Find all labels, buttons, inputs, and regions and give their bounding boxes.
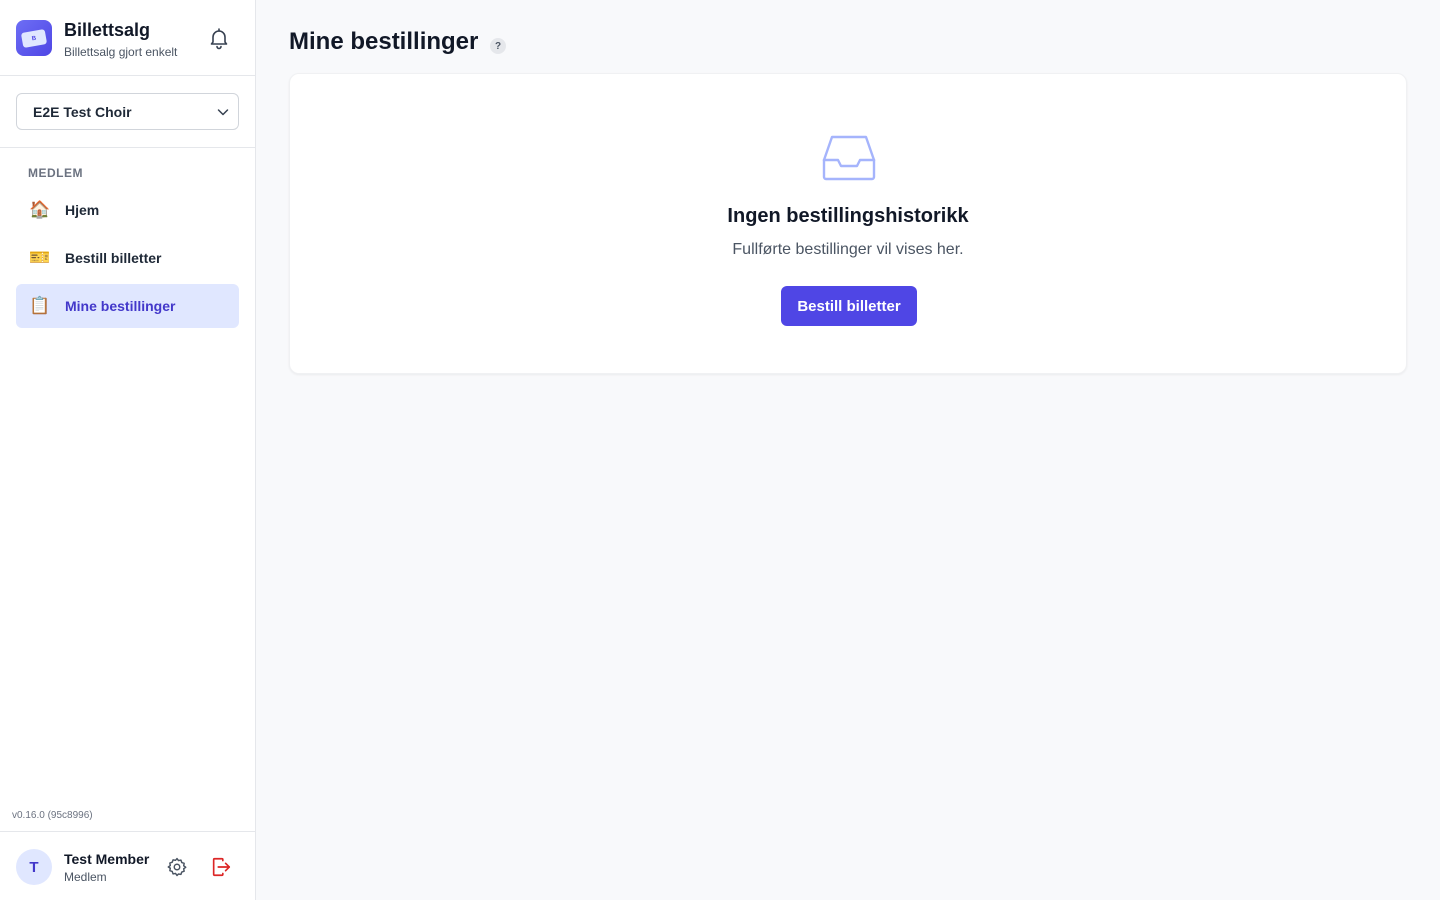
bell-icon[interactable] [207,26,231,50]
organization-select[interactable]: E2E Test Choir [16,93,239,130]
page-title: Mine bestillinger [289,28,479,55]
app-subtitle: Billettsalg gjort enkelt [64,45,178,59]
nav-section-label: MEDLEM [28,166,83,180]
help-icon[interactable]: ? [490,38,506,54]
ticket-icon: 🎫 [29,248,51,267]
user-role: Medlem [64,870,107,884]
empty-state-card: Ingen bestillingshistorikk Fullførte bes… [289,73,1407,374]
sidebar: B Billettsalg Billettsalg gjort enkelt E… [0,0,256,900]
inbox-icon [822,135,876,181]
sidebar-item-label: Hjem [65,202,100,218]
chevron-down-icon [217,109,229,116]
sidebar-item-label: Bestill billetter [65,250,162,266]
brand-header: B Billettsalg Billettsalg gjort enkelt [0,0,255,76]
sidebar-item-order-tickets[interactable]: 🎫 Bestill billetter [16,236,239,280]
organization-section: E2E Test Choir [0,77,255,148]
order-tickets-button[interactable]: Bestill billetter [781,286,917,326]
user-name: Test Member [64,851,150,867]
logout-icon[interactable] [210,856,232,878]
user-bar: T Test Member Medlem [0,831,255,900]
avatar: T [16,849,52,885]
clipboard-icon: 📋 [29,296,51,315]
sidebar-item-label: Mine bestillinger [65,298,176,314]
app-title: Billettsalg [64,20,151,40]
logo-ticket-mark: B [20,28,48,48]
app-logo: B [16,20,52,56]
house-icon: 🏠 [29,200,51,219]
empty-state-subtitle: Fullførte bestillinger vil vises her. [732,241,964,258]
gear-icon[interactable] [166,856,188,878]
sidebar-item-home[interactable]: 🏠 Hjem [16,188,239,232]
app-version: v0.16.0 (95c8996) [12,810,93,821]
organization-selected-value: E2E Test Choir [33,104,132,120]
sidebar-item-my-orders[interactable]: 📋 Mine bestillinger [16,284,239,328]
empty-state-title: Ingen bestillingshistorikk [727,205,969,227]
